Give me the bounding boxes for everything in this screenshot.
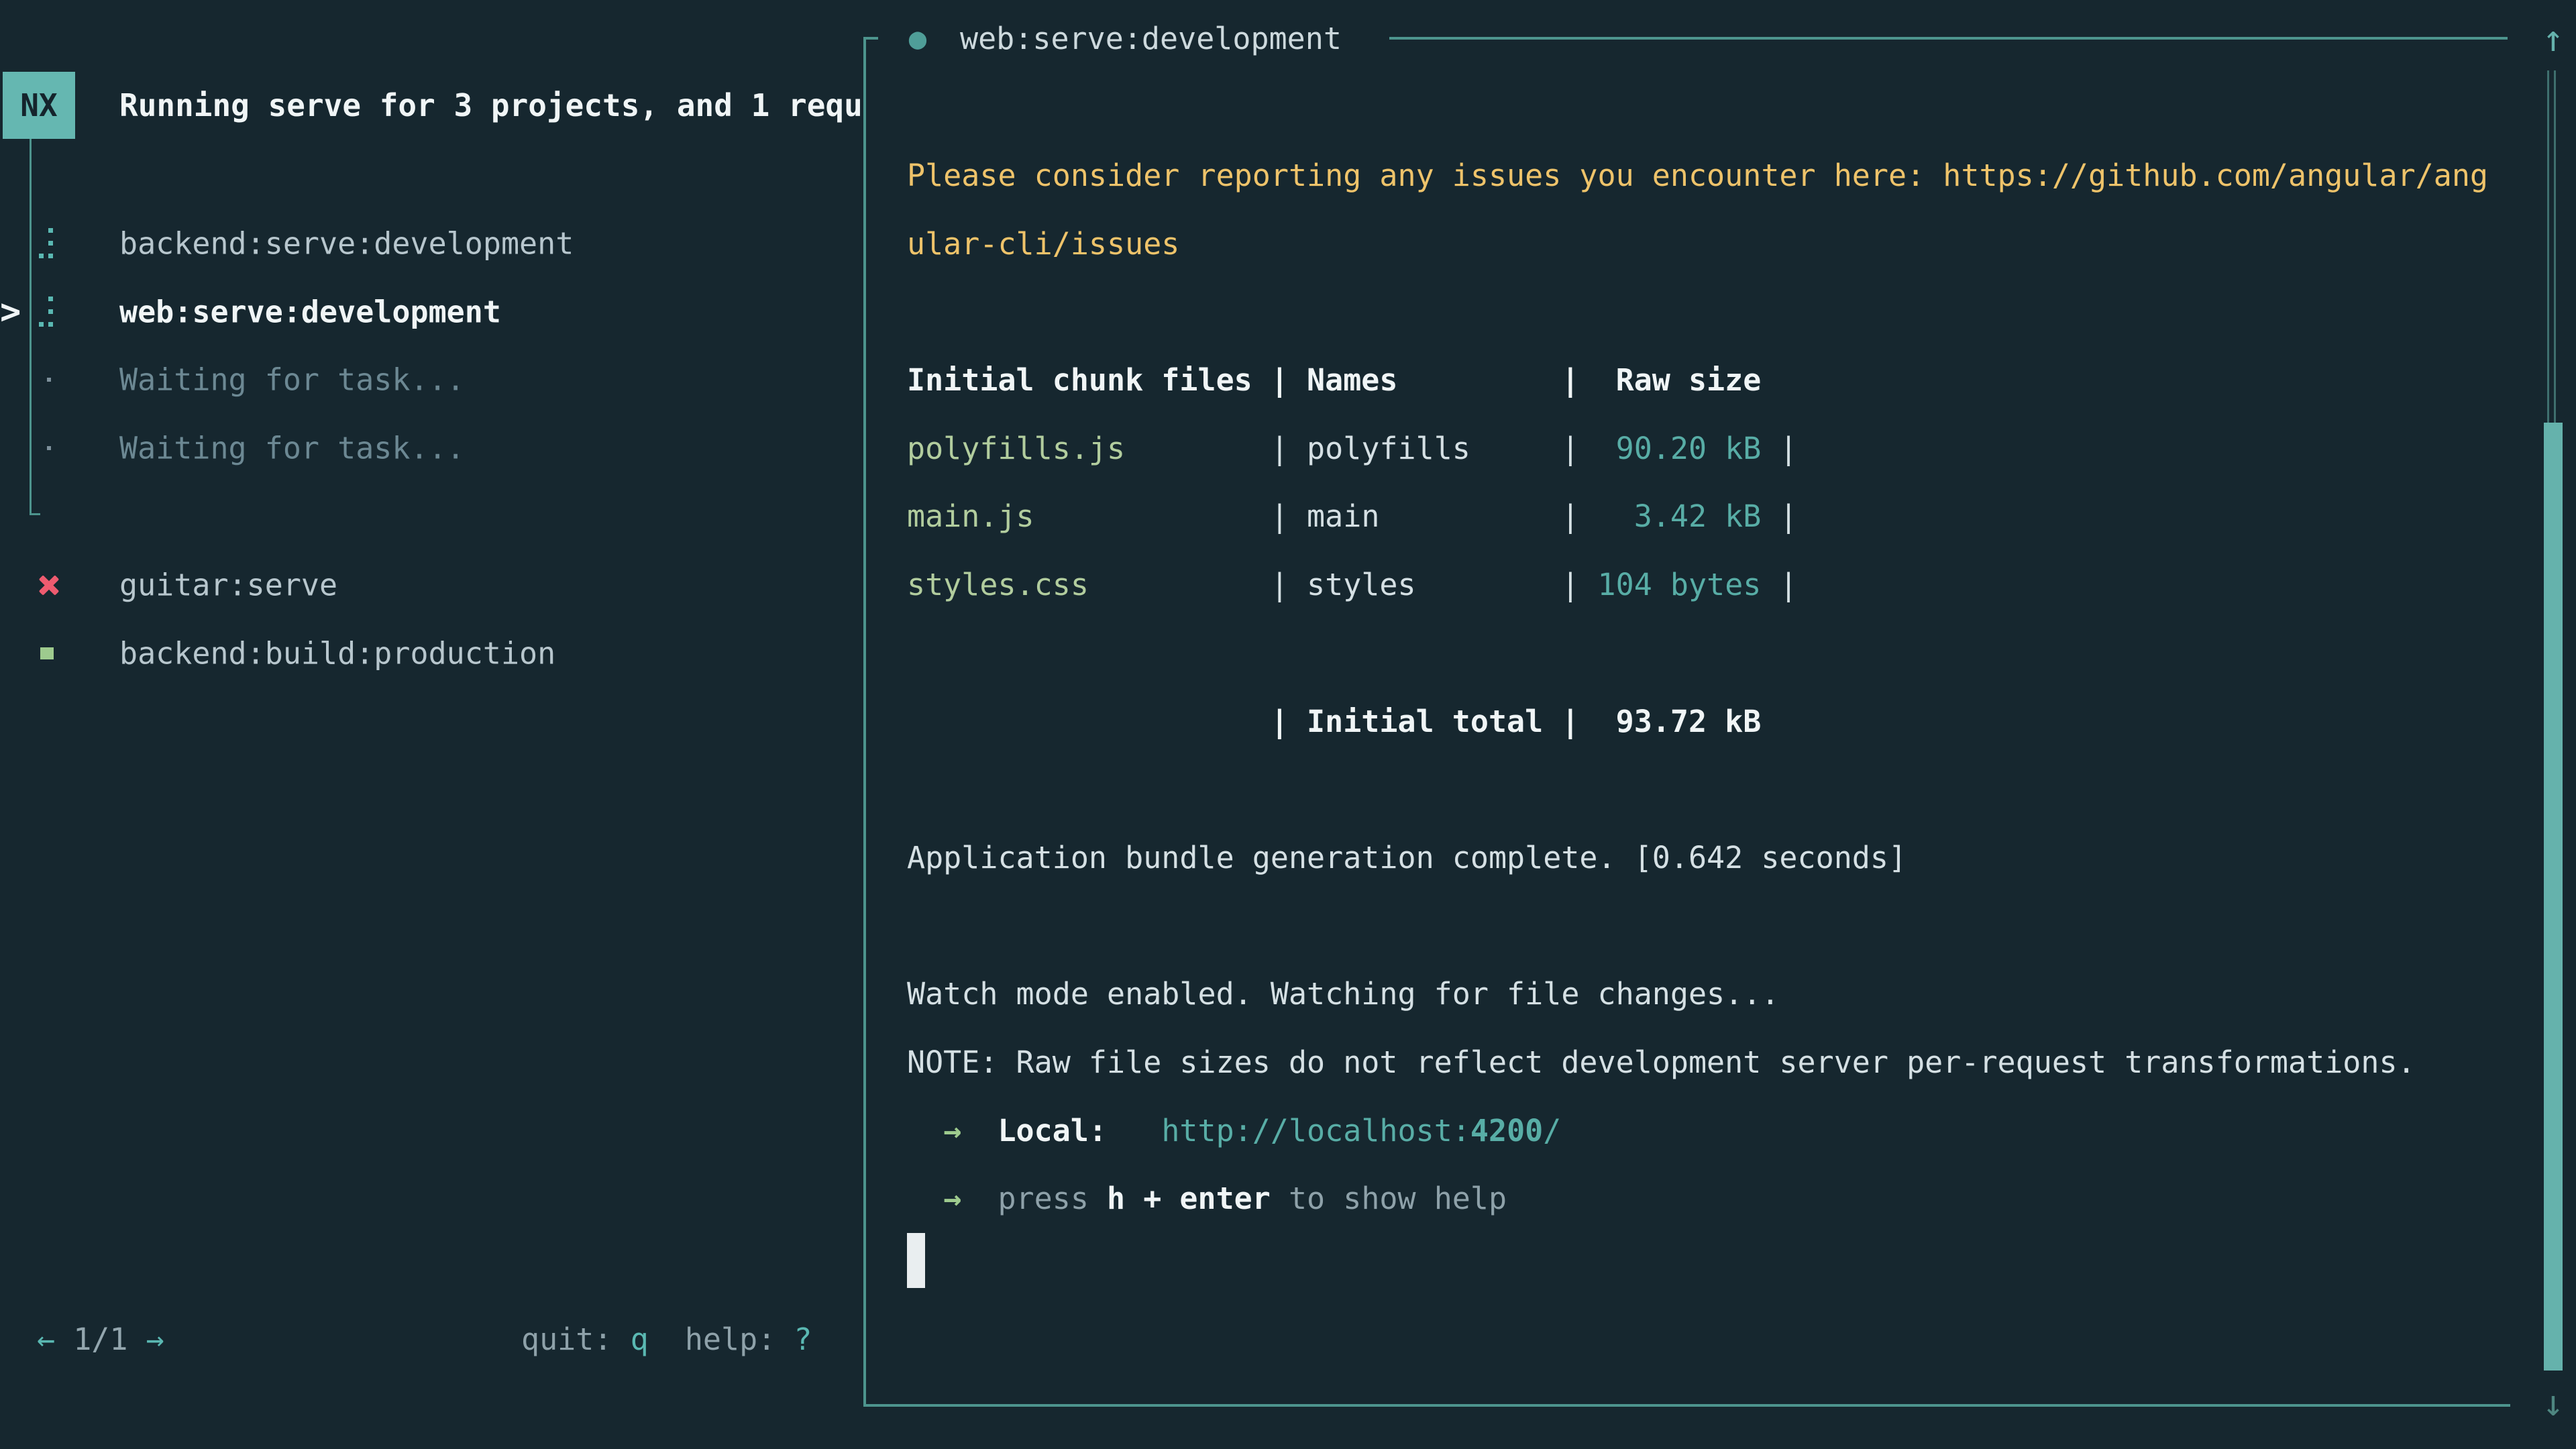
terminal-line: NOTE: Raw file sizes do not reflect deve… bbox=[907, 1028, 2512, 1097]
running-status-dot-icon: ● bbox=[909, 27, 926, 50]
waiting-dot-icon bbox=[39, 433, 53, 464]
terminal-line: polyfills.js | polyfills | 90.20 kB | bbox=[907, 415, 2512, 483]
terminal-line: styles.css | styles | 104 bytes | bbox=[907, 551, 2512, 619]
task-group-bracket-foot bbox=[30, 513, 40, 515]
terminal-line bbox=[907, 1233, 2512, 1301]
terminal-line: | Initial total | 93.72 kB bbox=[907, 688, 2512, 756]
sidebar-title: Running serve for 3 projects, and 1 requ bbox=[119, 72, 863, 139]
task-row[interactable]: Waiting for task... bbox=[0, 414, 863, 482]
terminal-cursor bbox=[907, 1233, 925, 1288]
page-indicator: 1/1 bbox=[73, 1322, 127, 1357]
task-list: backend:serve:development > web:serve:deve… bbox=[0, 209, 863, 482]
nx-logo: NX bbox=[3, 72, 75, 139]
waiting-dot-icon bbox=[39, 364, 53, 395]
task-row[interactable]: > web:serve:development bbox=[0, 278, 863, 346]
pagination: ← 1/1 → bbox=[37, 1308, 164, 1370]
quit-hint-label: quit: bbox=[521, 1322, 612, 1357]
next-page-arrow[interactable]: → bbox=[146, 1322, 164, 1357]
selected-chevron-icon: > bbox=[0, 292, 21, 332]
nx-logo-text: NX bbox=[20, 87, 57, 123]
terminal-line bbox=[907, 619, 2512, 688]
task-label: Waiting for task... bbox=[119, 430, 465, 466]
terminal-line bbox=[907, 892, 2512, 961]
scroll-down-arrow-icon[interactable]: ↓ bbox=[2534, 1377, 2572, 1430]
panel-title: web:serve:development bbox=[960, 21, 1342, 56]
quit-hint-key: q bbox=[631, 1322, 649, 1357]
terminal-line bbox=[907, 278, 2512, 346]
terminal-output: Please consider reporting any issues you… bbox=[907, 142, 2512, 1301]
keyboard-hints: quit: q help: ? bbox=[521, 1308, 812, 1370]
prev-page-arrow[interactable]: ← bbox=[37, 1322, 55, 1357]
help-hint-key: ? bbox=[794, 1322, 812, 1357]
task-label: backend:build:production bbox=[119, 635, 555, 671]
terminal-line: → Local: http://localhost:4200/ bbox=[907, 1097, 2512, 1165]
task-row[interactable]: backend:build:production bbox=[0, 619, 863, 688]
terminal-line: ular-cli/issues bbox=[907, 210, 2512, 278]
terminal-line bbox=[907, 755, 2512, 824]
terminal-line: → press h + enter to show help bbox=[907, 1165, 2512, 1233]
help-hint-label: help: bbox=[685, 1322, 775, 1357]
panel-border-top-stub bbox=[863, 37, 878, 40]
panel-border-top bbox=[1389, 37, 2508, 40]
tasks-sidebar: NX Running serve for 3 projects, and 1 r… bbox=[0, 0, 863, 1449]
success-square-icon bbox=[40, 647, 54, 659]
spinner-icon bbox=[39, 228, 53, 259]
task-row[interactable]: Waiting for task... bbox=[0, 345, 863, 414]
terminal-line: Watch mode enabled. Watching for file ch… bbox=[907, 960, 2512, 1028]
task-label: guitar:serve bbox=[119, 567, 337, 602]
terminal-line: main.js | main | 3.42 kB | bbox=[907, 482, 2512, 551]
panel-border-left bbox=[863, 37, 866, 1407]
task-label: backend:serve:development bbox=[119, 225, 574, 261]
task-row[interactable]: guitar:serve bbox=[0, 551, 863, 619]
task-row[interactable]: backend:serve:development bbox=[0, 209, 863, 278]
scrollbar-thumb[interactable] bbox=[2544, 423, 2563, 1371]
terminal-line: Application bundle generation complete. … bbox=[907, 824, 2512, 892]
task-label: Waiting for task... bbox=[119, 362, 465, 398]
panel-border-bottom bbox=[863, 1404, 2510, 1407]
completed-task-list: guitar:serve backend:build:production bbox=[0, 551, 863, 687]
scroll-up-arrow-icon[interactable]: ↑ bbox=[2534, 12, 2572, 66]
failed-x-icon bbox=[39, 575, 59, 595]
spinner-icon bbox=[39, 297, 53, 327]
terminal-line: Initial chunk files | Names | Raw size bbox=[907, 346, 2512, 415]
terminal-line: Please consider reporting any issues you… bbox=[907, 142, 2512, 210]
scrollbar-track[interactable] bbox=[2547, 70, 2556, 423]
task-label: web:serve:development bbox=[119, 294, 501, 329]
nx-tui-screen: NX Running serve for 3 projects, and 1 r… bbox=[0, 0, 2576, 1449]
panel-header: ● web:serve:development bbox=[909, 5, 1342, 72]
